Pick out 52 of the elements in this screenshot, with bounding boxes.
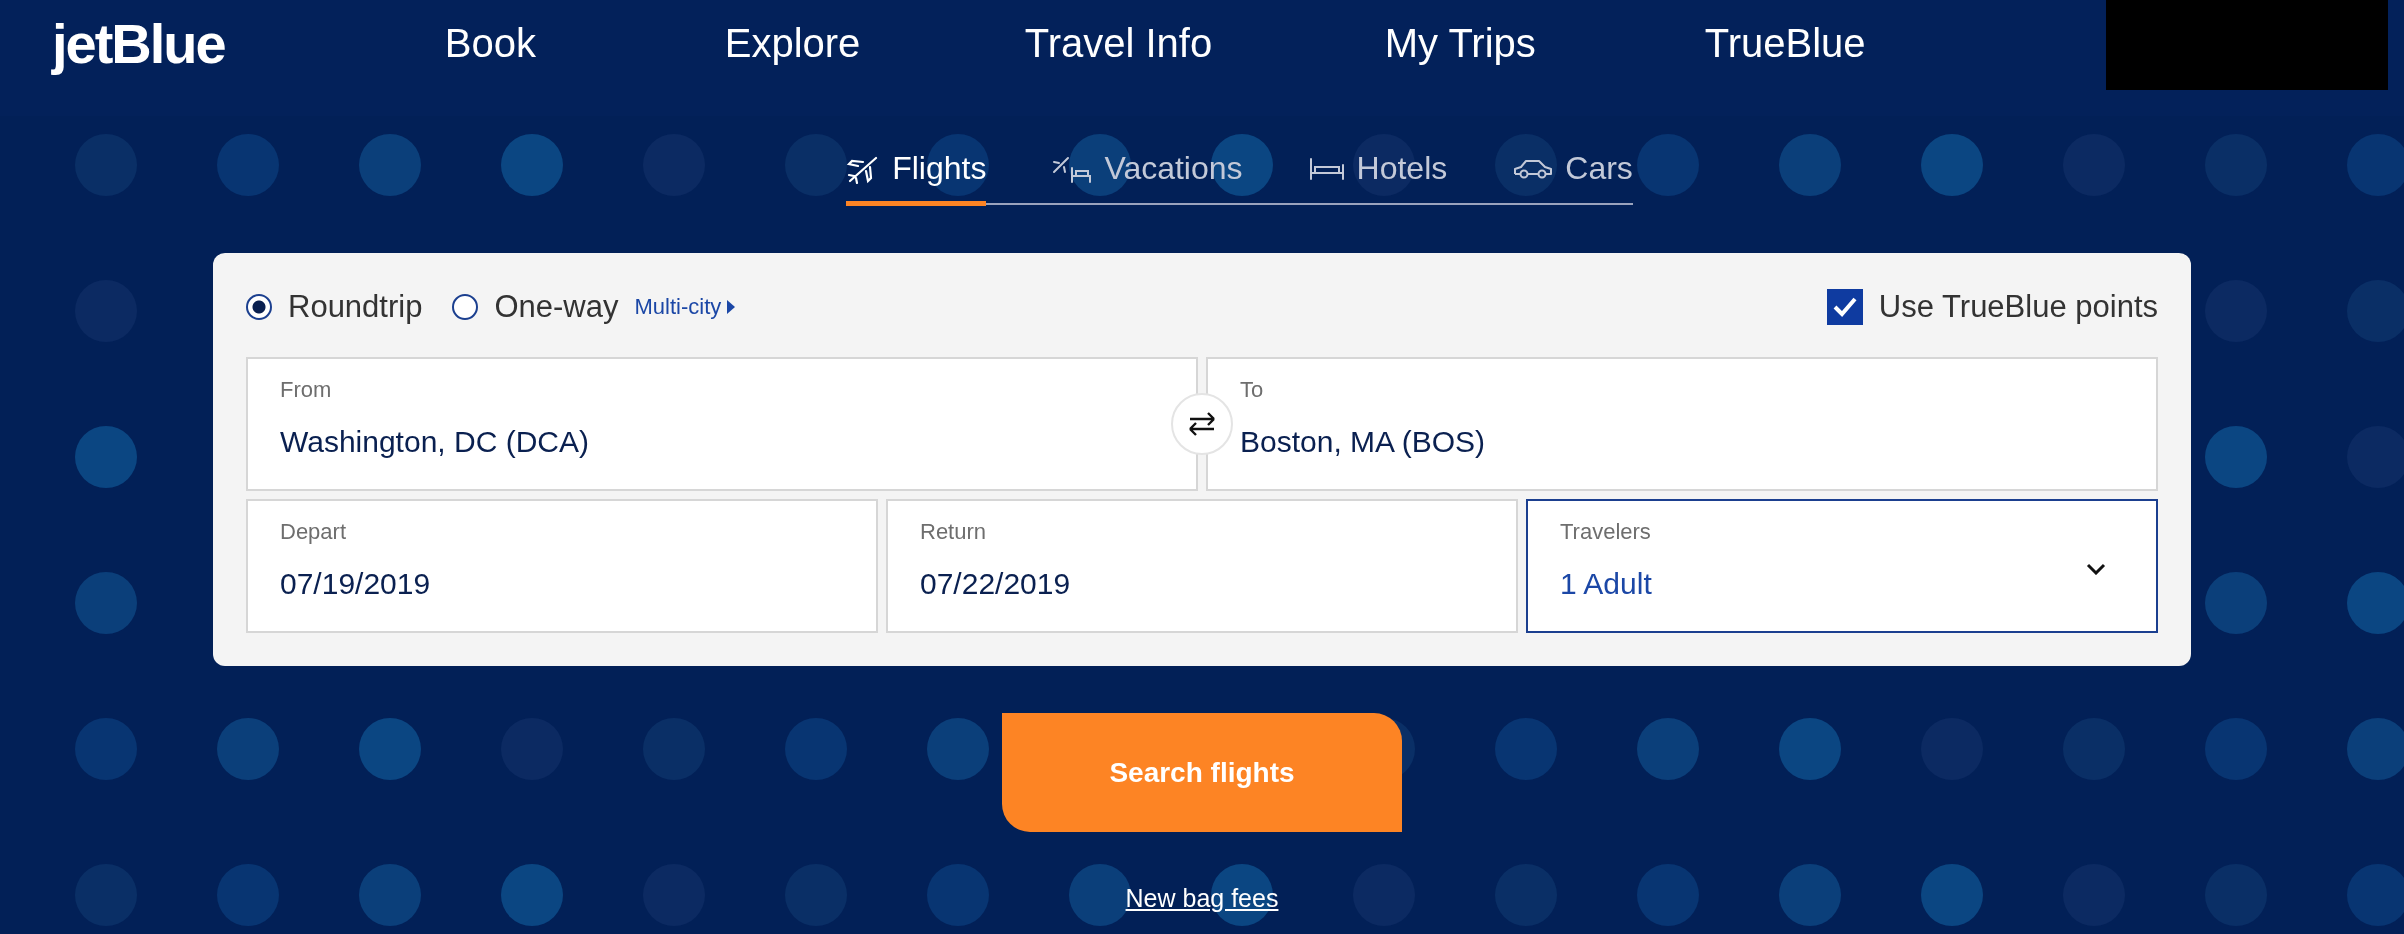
background-dot [1637,134,1699,196]
background-dot [1495,134,1557,196]
background-dot [359,864,421,926]
logo[interactable]: jetBlue [52,10,225,76]
background-dot [501,134,563,196]
points-checkbox[interactable]: Use TrueBlue points [1826,289,2158,325]
nav-link[interactable]: My Trips [1384,20,1705,66]
background-dot [75,572,137,634]
product-tab[interactable]: Hotels [1308,138,1448,206]
background-dot [75,426,137,488]
nav-link[interactable]: Explore [724,20,1025,66]
swap-icon [1187,411,1217,437]
background-dot [1921,864,1983,926]
background-dot [1637,864,1699,926]
background-dot [359,718,421,780]
background-dot [1779,718,1841,780]
product-tab[interactable]: Vacations [1052,138,1243,206]
trip-type-radio[interactable]: One-way [452,289,619,325]
input-field[interactable]: Return 07/22/2019 [886,499,1518,633]
background-dot [927,718,989,780]
product-tab[interactable]: Flights [846,138,987,206]
input-field[interactable]: Travelers 1 Adult [1526,499,2158,633]
background-dot [217,134,279,196]
input-field[interactable]: From Washington, DC (DCA) [246,357,1198,491]
background-dot [785,134,847,196]
caret-icon [727,300,736,314]
input-field[interactable]: Depart 07/19/2019 [246,499,878,633]
input-field[interactable]: To Boston, MA (BOS) [1206,357,2158,491]
product-tab[interactable]: Cars [1513,138,1633,206]
multi-city-link[interactable]: Multi-city [634,294,722,320]
nav-link[interactable]: TrueBlue [1704,20,1925,66]
background-dot [75,718,137,780]
bed-icon [1308,156,1345,181]
chevron-down-icon [2086,563,2106,575]
background-dot [927,864,989,926]
nav-link[interactable]: Travel Info [1024,20,1385,66]
background-dot [1779,134,1841,196]
bag-fees-link[interactable]: New bag fees [1125,884,1279,913]
background-dot [2205,426,2267,488]
background-dot [1779,864,1841,926]
background-dot [217,864,279,926]
background-dot [359,134,421,196]
background-dot [1637,718,1699,780]
nav-link[interactable]: Book [444,20,725,66]
trip-type-radio[interactable]: Roundtrip [246,289,423,325]
background-dot [1921,134,1983,196]
background-dot [501,864,563,926]
background-dot [217,718,279,780]
background-dot [1495,718,1557,780]
background-dot [785,718,847,780]
background-dot [2205,572,2267,634]
background-dot [2205,718,2267,780]
